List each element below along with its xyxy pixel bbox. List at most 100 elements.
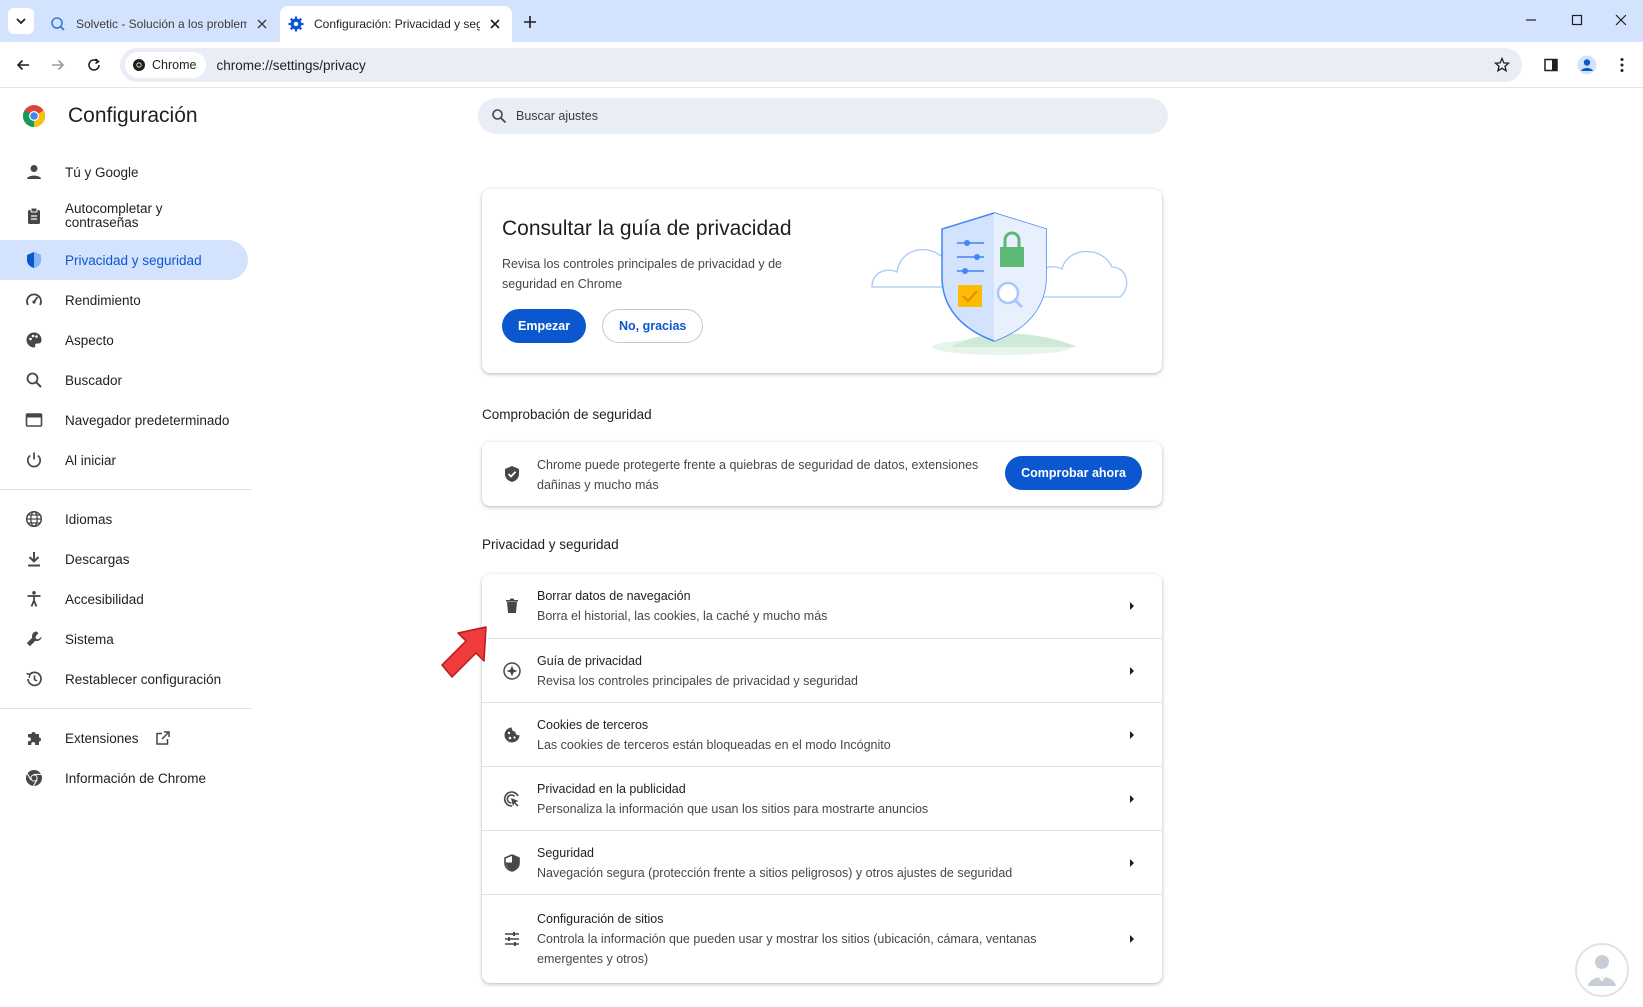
clear-browsing-data-row[interactable]: Borrar datos de navegación Borra el histo… (482, 574, 1162, 638)
privacy-guide-illustration (871, 212, 1128, 355)
maximize-icon (1571, 14, 1583, 26)
sidebar-item-accessibility[interactable]: Accesibilidad (0, 579, 248, 619)
close-tab-icon[interactable] (253, 15, 271, 33)
sidebar-item-languages[interactable]: Idiomas (0, 499, 248, 539)
accessibility-icon (24, 589, 44, 609)
close-tab-icon[interactable] (486, 15, 504, 33)
gear-icon (288, 16, 304, 32)
chrome-icon (133, 59, 145, 71)
third-party-cookies-row[interactable]: Cookies de terceros Las cookies de tercer… (482, 702, 1162, 766)
sidebar-item-default-browser[interactable]: Navegador predeterminado (0, 400, 248, 440)
sidebar-item-label: Aspecto (65, 332, 114, 348)
chrome-icon (24, 768, 44, 788)
ad-privacy-icon (502, 789, 522, 809)
settings-sidebar: Tú y Google Autocompletar y contraseñas … (0, 152, 252, 798)
sidebar-item-autofill[interactable]: Autocompletar y contraseñas (0, 192, 248, 240)
bookmark-star-button[interactable] (1492, 55, 1512, 75)
back-button[interactable] (10, 52, 36, 78)
browser-toolbar: Chrome chrome://settings/privacy (0, 42, 1643, 88)
sidebar-item-label: Restablecer configuración (65, 671, 222, 687)
reload-icon (88, 58, 100, 71)
avatar-icon (1577, 55, 1597, 75)
star-icon (1494, 57, 1510, 73)
safety-check-description: Chrome puede protegerte frente a quiebra… (537, 458, 979, 492)
external-link-icon (155, 730, 171, 746)
maximize-button[interactable] (1559, 6, 1595, 34)
caret-right-icon (1122, 596, 1142, 616)
chrome-logo-icon (23, 105, 45, 127)
row-description: Revisa los controles principales de priv… (537, 673, 859, 688)
search-settings-bar[interactable] (478, 98, 1168, 134)
privacy-section-title: Privacidad y seguridad (482, 537, 619, 552)
caret-right-icon (1122, 661, 1142, 681)
sidebar-item-performance[interactable]: Rendimiento (0, 280, 248, 320)
sidebar-item-extensions[interactable]: Extensiones (0, 718, 248, 758)
clipboard-icon (24, 206, 44, 226)
sidebar-item-label: Descargas (65, 551, 130, 567)
browser-window-icon (24, 410, 44, 430)
puzzle-icon (24, 728, 44, 748)
sidebar-item-label: Extensiones (65, 730, 139, 746)
sidebar-item-label: Información de Chrome (65, 770, 207, 786)
start-button[interactable]: Empezar (502, 309, 587, 343)
settings-brand: Configuración (22, 104, 198, 128)
speedometer-icon (24, 290, 44, 310)
security-row[interactable]: Seguridad Navegación segura (protección f… (482, 830, 1162, 894)
sidebar-item-reset[interactable]: Restablecer configuración (0, 659, 248, 699)
sidebar-item-label: Rendimiento (65, 292, 141, 308)
site-settings-row[interactable]: Configuración de sitios Controla la infor… (482, 894, 1162, 983)
palette-icon (24, 330, 44, 350)
reload-button[interactable] (81, 52, 107, 78)
tab-search-button[interactable] (8, 8, 34, 34)
tab-title: Configuración: Privacidad y seg (314, 17, 480, 31)
new-tab-button[interactable] (518, 10, 542, 34)
site-info-chip[interactable]: Chrome (125, 52, 207, 78)
site-chip-label: Chrome (152, 58, 197, 72)
row-title: Configuración de sitios (537, 912, 664, 926)
address-bar[interactable]: Chrome chrome://settings/privacy (120, 48, 1522, 82)
tune-icon (502, 929, 522, 949)
arrow-left-icon (16, 59, 29, 71)
no-thanks-button[interactable]: No, gracias (602, 309, 704, 343)
shield-check-icon (502, 464, 522, 484)
power-icon (24, 450, 44, 470)
sidebar-item-label: Sistema (65, 631, 114, 647)
sidebar-item-appearance[interactable]: Aspecto (0, 320, 248, 360)
row-description: Navegación segura (protección frente a s… (537, 865, 1013, 880)
sidebar-item-privacy[interactable]: Privacidad y seguridad (0, 240, 248, 280)
kebab-menu-icon (1620, 58, 1624, 72)
forward-button[interactable] (45, 52, 71, 78)
sidebar-item-on-startup[interactable]: Al iniciar (0, 440, 248, 480)
sidebar-item-you-and-google[interactable]: Tú y Google (0, 152, 248, 192)
search-input[interactable] (516, 109, 1116, 123)
check-now-button[interactable]: Comprobar ahora (1005, 456, 1142, 490)
safety-check-card: Chrome puede protegerte frente a quiebra… (482, 442, 1162, 506)
person-icon (24, 162, 44, 182)
page-title: Configuración (68, 104, 198, 127)
sidebar-item-label: Accesibilidad (65, 591, 144, 607)
tab-solvetic[interactable]: Solvetic - Solución a los problem (42, 6, 279, 42)
url-text: chrome://settings/privacy (216, 57, 366, 73)
side-panel-button[interactable] (1538, 52, 1564, 78)
privacy-guide-row[interactable]: Guía de privacidad Revisa los controles p… (482, 638, 1162, 702)
sidebar-item-downloads[interactable]: Descargas (0, 539, 248, 579)
minimize-button[interactable] (1513, 6, 1549, 34)
tab-title: Solvetic - Solución a los problem (76, 17, 247, 31)
close-window-button[interactable] (1603, 6, 1639, 34)
sidebar-item-search-engine[interactable]: Buscador (0, 360, 248, 400)
caret-right-icon (1122, 929, 1142, 949)
sidebar-item-about-chrome[interactable]: Información de Chrome (0, 758, 248, 798)
annotation-arrow-icon (441, 626, 487, 678)
tab-settings[interactable]: Configuración: Privacidad y seg (280, 6, 512, 42)
menu-button[interactable] (1609, 52, 1635, 78)
wrench-icon (24, 629, 44, 649)
chevron-down-icon (16, 18, 26, 25)
row-description: Controla la información que pueden usar … (537, 932, 1037, 966)
sidebar-item-label: Tú y Google (65, 164, 139, 180)
profile-button[interactable] (1574, 52, 1600, 78)
sidebar-item-label: Autocompletar y contraseñas (65, 201, 163, 230)
sidebar-item-system[interactable]: Sistema (0, 619, 248, 659)
watermark-logo-icon (1575, 943, 1629, 997)
privacy-settings-card: Borrar datos de navegación Borra el histo… (482, 574, 1162, 983)
ad-privacy-row[interactable]: Privacidad en la publicidad Personaliza l… (482, 766, 1162, 830)
